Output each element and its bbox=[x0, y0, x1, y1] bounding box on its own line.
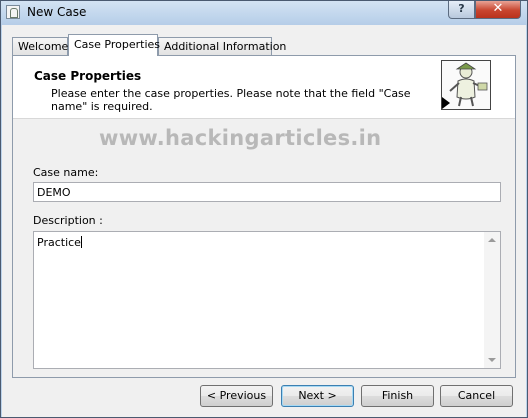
case-name-input[interactable] bbox=[33, 182, 501, 202]
previous-button[interactable]: < Previous bbox=[200, 385, 273, 407]
window-title: New Case bbox=[27, 5, 87, 19]
wizard-figure-icon bbox=[441, 60, 491, 110]
help-button[interactable]: ? bbox=[448, 1, 475, 19]
finish-button[interactable]: Finish bbox=[361, 385, 434, 407]
description-scrollbar[interactable] bbox=[484, 232, 500, 368]
description-textarea[interactable]: Practice bbox=[33, 231, 501, 369]
tab-additional-information[interactable]: Additional Information bbox=[158, 37, 286, 55]
new-case-window: New Case ? ✕ Welcome Case Properties Add… bbox=[0, 0, 528, 418]
description-text: Practice bbox=[37, 236, 82, 249]
watermark-text: www.hackingarticles.in bbox=[99, 126, 382, 150]
tab-case-properties[interactable]: Case Properties bbox=[68, 34, 160, 56]
wizard-header: Case Properties Please enter the case pr… bbox=[13, 56, 515, 119]
description-label: Description : bbox=[33, 214, 103, 227]
title-bar[interactable]: New Case ? ✕ bbox=[1, 1, 527, 25]
header-title: Case Properties bbox=[34, 69, 142, 83]
cancel-button[interactable]: Cancel bbox=[440, 385, 513, 407]
app-icon bbox=[6, 5, 20, 19]
scroll-up-arrow-icon[interactable] bbox=[488, 238, 496, 242]
next-button[interactable]: Next > bbox=[281, 385, 354, 407]
text-caret bbox=[80, 236, 82, 248]
close-button[interactable]: ✕ bbox=[475, 1, 521, 19]
dialog-body: Welcome Case Properties Additional Infor… bbox=[2, 25, 526, 417]
case-name-label: Case name: bbox=[33, 166, 99, 179]
case-properties-panel: Case Properties Please enter the case pr… bbox=[12, 55, 516, 378]
tab-welcome[interactable]: Welcome bbox=[12, 37, 68, 55]
header-description: Please enter the case properties. Please… bbox=[51, 87, 411, 113]
scroll-down-arrow-icon[interactable] bbox=[488, 358, 496, 362]
description-value: Practice bbox=[37, 236, 81, 249]
